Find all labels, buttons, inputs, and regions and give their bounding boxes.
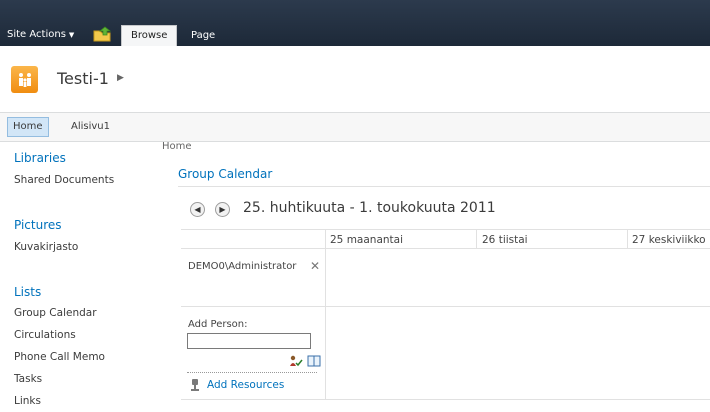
site-logo-icon[interactable] <box>11 66 38 93</box>
ribbon: Site Actions ▼ Browse Page <box>0 0 710 47</box>
top-navigation: Home Alisivu1 <box>0 112 710 142</box>
ql-item-phone-call-memo[interactable]: Phone Call Memo <box>14 351 105 363</box>
site-title[interactable]: Testi-1 <box>57 69 109 88</box>
ql-item-group-calendar[interactable]: Group Calendar <box>14 307 97 319</box>
ql-item-tasks[interactable]: Tasks <box>14 373 42 385</box>
webpart-title[interactable]: Group Calendar <box>178 167 272 181</box>
ql-item-kuvakirjasto[interactable]: Kuvakirjasto <box>14 241 78 253</box>
topnav-item-home[interactable]: Home <box>7 117 49 137</box>
close-icon[interactable]: ✕ <box>310 259 321 273</box>
people-picker-buttons <box>289 355 321 370</box>
divider <box>181 229 710 230</box>
next-arrow-icon[interactable]: ▶ <box>215 202 230 217</box>
ql-heading-pictures[interactable]: Pictures <box>14 218 62 232</box>
person-name: DEMO0\Administrator <box>188 261 297 272</box>
up-folder-icon[interactable] <box>92 26 114 42</box>
day-header: 26 tiistai <box>482 234 528 246</box>
divider <box>181 248 710 249</box>
divider <box>627 230 628 248</box>
add-person-label: Add Person: <box>188 319 248 330</box>
prev-arrow-icon[interactable]: ◀ <box>190 202 205 217</box>
site-actions-menu[interactable]: Site Actions ▼ <box>7 29 74 40</box>
chevron-down-icon: ▼ <box>68 31 75 39</box>
day-header: 25 maanantai <box>330 234 404 246</box>
breadcrumb[interactable]: Home <box>162 141 192 152</box>
divider <box>325 230 326 400</box>
divider <box>178 186 710 187</box>
site-actions-label: Site Actions <box>7 29 66 40</box>
day-header: 27 keskiviikko <box>632 234 706 246</box>
ql-heading-libraries[interactable]: Libraries <box>14 151 66 165</box>
chevron-right-icon[interactable]: ▶ <box>117 73 124 83</box>
check-names-icon[interactable] <box>289 355 307 370</box>
divider <box>476 230 477 248</box>
ql-item-circulations[interactable]: Circulations <box>14 329 76 341</box>
tab-page[interactable]: Page <box>182 26 224 46</box>
resource-icon <box>188 378 202 395</box>
divider <box>181 399 710 400</box>
ql-heading-lists[interactable]: Lists <box>14 285 41 299</box>
ql-item-links[interactable]: Links <box>14 395 41 407</box>
date-range: 25. huhtikuuta - 1. toukokuuta 2011 <box>243 200 496 216</box>
ql-item-shared-documents[interactable]: Shared Documents <box>14 174 114 186</box>
add-person-input[interactable] <box>187 333 311 349</box>
divider <box>181 306 710 307</box>
tab-browse[interactable]: Browse <box>121 25 178 47</box>
address-book-icon[interactable] <box>307 355 321 370</box>
topnav-item-alisivu1[interactable]: Alisivu1 <box>66 118 115 136</box>
divider <box>187 372 317 373</box>
add-resources-link[interactable]: Add Resources <box>207 379 284 391</box>
